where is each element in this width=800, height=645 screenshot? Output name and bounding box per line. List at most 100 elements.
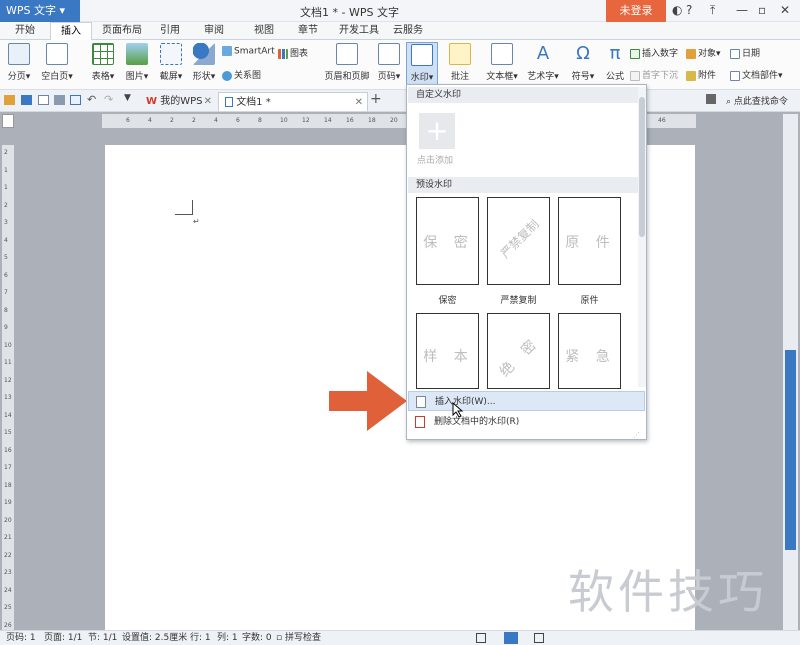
tab-page-layout[interactable]: 页面布局	[96, 22, 148, 40]
textbox-button[interactable]: 文本框▾	[482, 43, 522, 82]
skin-icon[interactable]: ◐	[672, 3, 682, 17]
watermark-preset-no-copy[interactable]: 严禁复制	[487, 197, 550, 285]
scrollbar-thumb[interactable]	[785, 350, 796, 550]
page-number-button[interactable]: 页码▾	[374, 43, 404, 82]
ruler-mark: 22	[4, 551, 12, 559]
formula-button[interactable]: π 公式	[600, 43, 630, 82]
pin-icon[interactable]: ⤒	[710, 3, 715, 18]
watermark-preset-urgent[interactable]: 紧 急	[558, 313, 621, 389]
comment-button[interactable]: 批注	[446, 43, 474, 82]
wordart-button[interactable]: A 艺术字▾	[524, 43, 562, 82]
tab-view[interactable]: 视图	[246, 22, 282, 40]
watermark-preset-original[interactable]: 原 件	[558, 197, 621, 285]
print-icon[interactable]	[54, 95, 65, 105]
screenshot-label: 截屏	[159, 72, 178, 82]
delete-watermark-menu-item[interactable]: 删除文档中的水印(R)	[408, 412, 645, 432]
add-watermark-button[interactable]: +	[419, 113, 455, 149]
tab-reference[interactable]: 引用	[152, 22, 188, 40]
help-icon[interactable]: ?	[686, 3, 692, 17]
app-menu-button[interactable]: WPS 文字 ▾	[0, 0, 80, 22]
command-search[interactable]: ⌕ 点此查找命令	[726, 94, 788, 107]
table-button[interactable]: 表格▾	[88, 43, 118, 82]
login-button[interactable]: 未登录	[606, 0, 666, 22]
search-icon: ⌕	[726, 97, 732, 107]
watermark-preset-sample[interactable]: 样 本	[416, 313, 479, 389]
delete-watermark-icon	[415, 416, 425, 428]
watermark-button[interactable]: 水印▾	[406, 42, 438, 86]
save-icon[interactable]	[21, 95, 32, 105]
new-tab-icon[interactable]: +	[370, 91, 382, 107]
picture-label: 图片	[125, 72, 144, 82]
plus-icon: +	[425, 114, 449, 147]
dropdown-scrollbar-thumb[interactable]	[639, 97, 645, 237]
open-icon[interactable]	[4, 95, 15, 105]
watermark-preset-confidential[interactable]: 保 密	[416, 197, 479, 285]
status-col: 列: 1	[217, 633, 238, 643]
blank-page-button[interactable]: 空白页▾	[38, 43, 76, 82]
date-label: 日期	[742, 49, 761, 59]
pointer-arrow-icon	[329, 371, 407, 431]
outline-view-icon[interactable]	[534, 633, 544, 643]
doc-tab-home[interactable]: W 我的WPS ✕	[140, 92, 216, 111]
tab-developer[interactable]: 开发工具	[334, 22, 384, 40]
minimize-icon[interactable]: —	[736, 3, 748, 17]
print-preview-icon[interactable]	[70, 95, 81, 105]
dropcap-icon	[630, 70, 640, 81]
ruler-mark: 10	[280, 117, 288, 124]
margin-corner-mark	[175, 200, 193, 215]
symbol-label: 符号	[571, 72, 590, 82]
maximize-icon[interactable]: ▫	[758, 3, 766, 17]
tab-insert[interactable]: 插入	[50, 22, 92, 40]
spell-check-toggle[interactable]: ▫ 拼写检查	[276, 631, 321, 645]
export-pdf-icon[interactable]	[38, 95, 49, 105]
tab-cloud[interactable]: 云服务	[388, 22, 428, 40]
resize-grip-icon[interactable]: ⋰	[633, 431, 640, 439]
date-button[interactable]: 日期	[730, 46, 760, 59]
header-footer-button[interactable]: 页眉和页脚	[322, 43, 372, 82]
header-footer-label: 页眉和页脚	[324, 72, 370, 82]
redo-icon[interactable]: ↷	[104, 93, 113, 106]
tab-section[interactable]: 章节	[290, 22, 326, 40]
doc-tab-document[interactable]: 文档1 * ✕	[218, 92, 368, 111]
doc-parts-button[interactable]: 文档部件▾	[730, 68, 783, 81]
smartart-button[interactable]: SmartArt	[222, 46, 275, 57]
close-tab-icon[interactable]: ✕	[204, 92, 212, 111]
picture-icon	[126, 43, 148, 65]
vertical-ruler[interactable]: 2 1 1 2 3 4 5 6 7 8 9 10 11 12 13 14 15 16 17 18 19 20 21 22 23 2…	[2, 145, 14, 630]
ruler-mark: 25	[4, 604, 12, 611]
tab-review[interactable]: 审阅	[196, 22, 232, 40]
insert-number-button[interactable]: 插入数字	[630, 46, 678, 59]
attachment-button[interactable]: 附件	[686, 68, 716, 81]
customize-dropdown-icon[interactable]: ▼	[124, 93, 131, 103]
watermark-preset-top-secret[interactable]: 绝 密	[487, 313, 550, 389]
ruler-mark: 14	[4, 411, 12, 419]
ribbon-insert: 分页▾ 空白页▾ 表格▾ 图片▾ 截屏▾ 形状▾ SmartArt 图表 关系图…	[0, 40, 800, 90]
chart-button[interactable]: 图表	[278, 46, 308, 59]
document-icon	[225, 97, 233, 107]
page-break-button[interactable]: 分页▾	[4, 43, 34, 82]
symbol-button[interactable]: Ω 符号▾	[568, 43, 598, 82]
page-break-icon	[8, 43, 30, 65]
picture-button[interactable]: 图片▾	[122, 43, 152, 82]
tab-home[interactable]: 开始	[4, 22, 46, 40]
dropcap-button[interactable]: 首字下沉	[630, 68, 678, 81]
object-button[interactable]: 对象▾	[686, 46, 721, 59]
shapes-button[interactable]: 形状▾	[189, 43, 219, 82]
spell-check-label: 拼写检查	[284, 633, 321, 643]
vertical-scrollbar[interactable]	[783, 114, 798, 630]
insert-watermark-menu-item[interactable]: 插入水印(W)...	[408, 391, 645, 411]
dropdown-scrollbar[interactable]	[638, 87, 646, 387]
undo-icon[interactable]: ↶	[87, 93, 96, 106]
relation-button[interactable]: 关系图	[222, 68, 261, 81]
ruler-mark: 13	[4, 394, 12, 401]
tab-stop-selector[interactable]	[2, 114, 14, 128]
screenshot-button[interactable]: 截屏▾	[156, 43, 186, 82]
close-icon[interactable]: ✕	[780, 3, 790, 17]
toolbar-options-icon[interactable]	[706, 94, 716, 104]
custom-watermark-header: 自定义水印	[408, 87, 638, 103]
chart-label: 图表	[290, 49, 309, 59]
page-view-icon[interactable]	[504, 632, 518, 644]
wordart-label: 艺术字	[527, 72, 555, 82]
close-tab-icon[interactable]: ✕	[355, 93, 363, 112]
fullscreen-view-icon[interactable]	[476, 633, 486, 643]
